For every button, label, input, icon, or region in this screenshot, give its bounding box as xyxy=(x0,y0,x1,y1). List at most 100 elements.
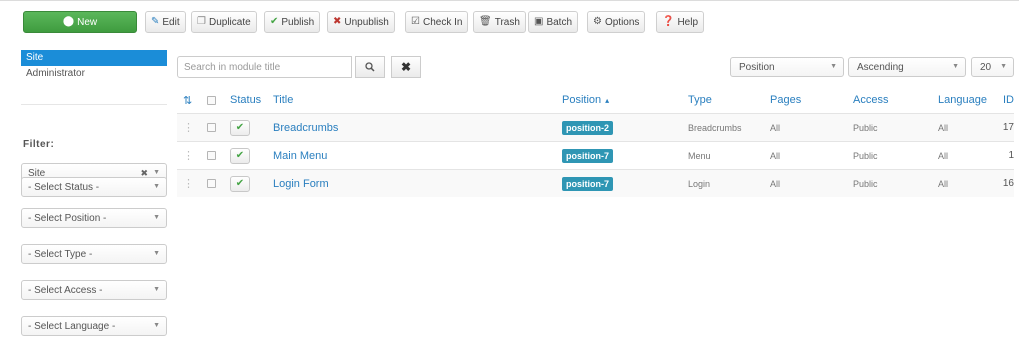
unpublish-icon: ✖ xyxy=(333,16,342,27)
check-icon: ✔ xyxy=(230,175,250,192)
table-row: ⋮ ✔ Main Menu position-7 Menu All Public… xyxy=(177,141,1014,169)
edit-button[interactable]: ✎ Edit xyxy=(145,11,186,33)
header-position[interactable]: Position ▴ xyxy=(562,87,672,113)
batch-icon: ▣ xyxy=(534,16,544,27)
new-button[interactable]: ⬤ New xyxy=(23,11,137,33)
row-checkbox[interactable] xyxy=(207,114,219,141)
position-badge[interactable]: position-7 xyxy=(562,148,613,163)
position-badge[interactable]: position-7 xyxy=(562,176,613,191)
chevron-down-icon: ▼ xyxy=(153,214,160,221)
check-icon: ✔ xyxy=(230,147,250,164)
chevron-down-icon: ▼ xyxy=(153,322,160,329)
trash-icon: 🗑 xyxy=(479,16,492,27)
id-cell: 16 xyxy=(1002,178,1014,189)
drag-handle-icon[interactable]: ⋮ xyxy=(183,170,194,197)
table-row: ⋮ ✔ Breadcrumbs position-2 Breadcrumbs A… xyxy=(177,113,1014,141)
status-filter-value: - Select Status - xyxy=(28,181,100,193)
edit-label: Edit xyxy=(162,16,180,28)
new-label: New xyxy=(77,16,98,28)
search-button[interactable] xyxy=(355,56,385,78)
gear-icon: ⚙ xyxy=(593,16,602,27)
header-language[interactable]: Language xyxy=(938,87,998,113)
module-title-link[interactable]: Main Menu xyxy=(273,142,553,169)
position-badge[interactable]: position-2 xyxy=(562,120,613,135)
unpublish-button[interactable]: ✖ Unpublish xyxy=(327,11,395,33)
header-title[interactable]: Title xyxy=(273,87,553,113)
position-filter-select[interactable]: - Select Position - ▼ xyxy=(21,208,167,228)
duplicate-label: Duplicate xyxy=(208,16,251,28)
help-button[interactable]: ❓ Help xyxy=(656,11,705,33)
access-filter-select[interactable]: - Select Access - ▼ xyxy=(21,280,167,300)
header-access[interactable]: Access xyxy=(853,87,923,113)
edit-icon: ✎ xyxy=(151,16,160,27)
access-cell: Public xyxy=(853,178,878,189)
status-toggle[interactable]: ✔ xyxy=(230,114,270,141)
caret-up-icon: ▴ xyxy=(605,95,610,105)
header-type[interactable]: Type xyxy=(688,87,758,113)
language-cell: All xyxy=(938,122,949,133)
chevron-down-icon: ▼ xyxy=(153,169,160,176)
batch-button[interactable]: ▣ Batch xyxy=(528,11,579,33)
sidebar-item-administrator[interactable]: Administrator xyxy=(21,66,167,82)
module-title-link[interactable]: Login Form xyxy=(273,170,553,197)
limit-value: 20 xyxy=(980,61,992,73)
type-cell: Breadcrumbs xyxy=(688,122,742,133)
checkin-label: Check In xyxy=(422,16,463,28)
language-filter-select[interactable]: - Select Language - ▼ xyxy=(21,316,167,336)
drag-handle-icon[interactable]: ⋮ xyxy=(183,114,194,141)
sort-icon[interactable]: ⇅ xyxy=(183,87,193,113)
clear-search-button[interactable]: ✖ xyxy=(391,56,421,78)
access-filter-value: - Select Access - xyxy=(28,284,103,296)
chevron-down-icon: ▼ xyxy=(1000,63,1007,70)
type-filter-select[interactable]: - Select Type - ▼ xyxy=(21,244,167,264)
check-icon: ✔ xyxy=(230,119,250,136)
id-cell: 17 xyxy=(1002,122,1014,133)
type-cell: Menu xyxy=(688,150,711,161)
language-cell: All xyxy=(938,150,949,161)
position-cell: position-7 xyxy=(562,142,672,169)
header-pages[interactable]: Pages xyxy=(770,87,830,113)
publish-button[interactable]: ✔ Publish xyxy=(264,11,321,33)
language-cell: All xyxy=(938,178,949,189)
ordering-value: Position xyxy=(739,61,775,73)
options-button[interactable]: ⚙ Options xyxy=(587,11,646,33)
header-position-label: Position xyxy=(562,94,602,106)
access-cell: Public xyxy=(853,122,878,133)
chevron-down-icon: ▼ xyxy=(153,183,160,190)
status-toggle[interactable]: ✔ xyxy=(230,170,270,197)
type-filter-value: - Select Type - xyxy=(28,248,93,260)
batch-label: Batch xyxy=(546,16,573,28)
header-id[interactable]: ID xyxy=(996,87,1014,113)
id-cell: 1 xyxy=(1008,150,1014,161)
limit-select[interactable]: 20 ▼ xyxy=(971,57,1014,77)
drag-handle-icon[interactable]: ⋮ xyxy=(183,142,194,169)
help-label: Help xyxy=(677,16,699,28)
check-icon: ✔ xyxy=(270,16,279,27)
checkbox-icon: ☑ xyxy=(411,16,420,27)
unpublish-label: Unpublish xyxy=(344,16,389,28)
table-row: ⋮ ✔ Login Form position-7 Login All Publ… xyxy=(177,169,1014,197)
row-checkbox[interactable] xyxy=(207,170,219,197)
direction-value: Ascending xyxy=(857,61,904,73)
search-input[interactable] xyxy=(177,56,352,78)
status-filter-select[interactable]: - Select Status - ▼ xyxy=(21,177,167,197)
checkin-button[interactable]: ☑ Check In xyxy=(405,11,469,33)
row-checkbox[interactable] xyxy=(207,142,219,169)
ordering-select[interactable]: Position ▼ xyxy=(730,57,844,77)
module-title-link[interactable]: Breadcrumbs xyxy=(273,114,553,141)
modules-table: ⇅ Status Title Position ▴ Type Pages Acc… xyxy=(177,87,1014,197)
trash-label: Trash xyxy=(494,16,520,28)
status-toggle[interactable]: ✔ xyxy=(230,142,270,169)
select-all-checkbox[interactable] xyxy=(207,87,219,113)
duplicate-button[interactable]: ❐ Duplicate xyxy=(191,11,257,33)
header-status[interactable]: Status xyxy=(230,87,270,113)
trash-button[interactable]: 🗑 Trash xyxy=(473,11,526,33)
direction-select[interactable]: Ascending ▼ xyxy=(848,57,966,77)
sidebar-divider xyxy=(21,104,167,105)
sidebar-item-site[interactable]: Site xyxy=(21,50,167,66)
access-cell: Public xyxy=(853,150,878,161)
filter-title: Filter: xyxy=(23,139,55,150)
chevron-down-icon: ▼ xyxy=(153,286,160,293)
type-cell: Login xyxy=(688,178,711,189)
chevron-down-icon: ▼ xyxy=(153,250,160,257)
